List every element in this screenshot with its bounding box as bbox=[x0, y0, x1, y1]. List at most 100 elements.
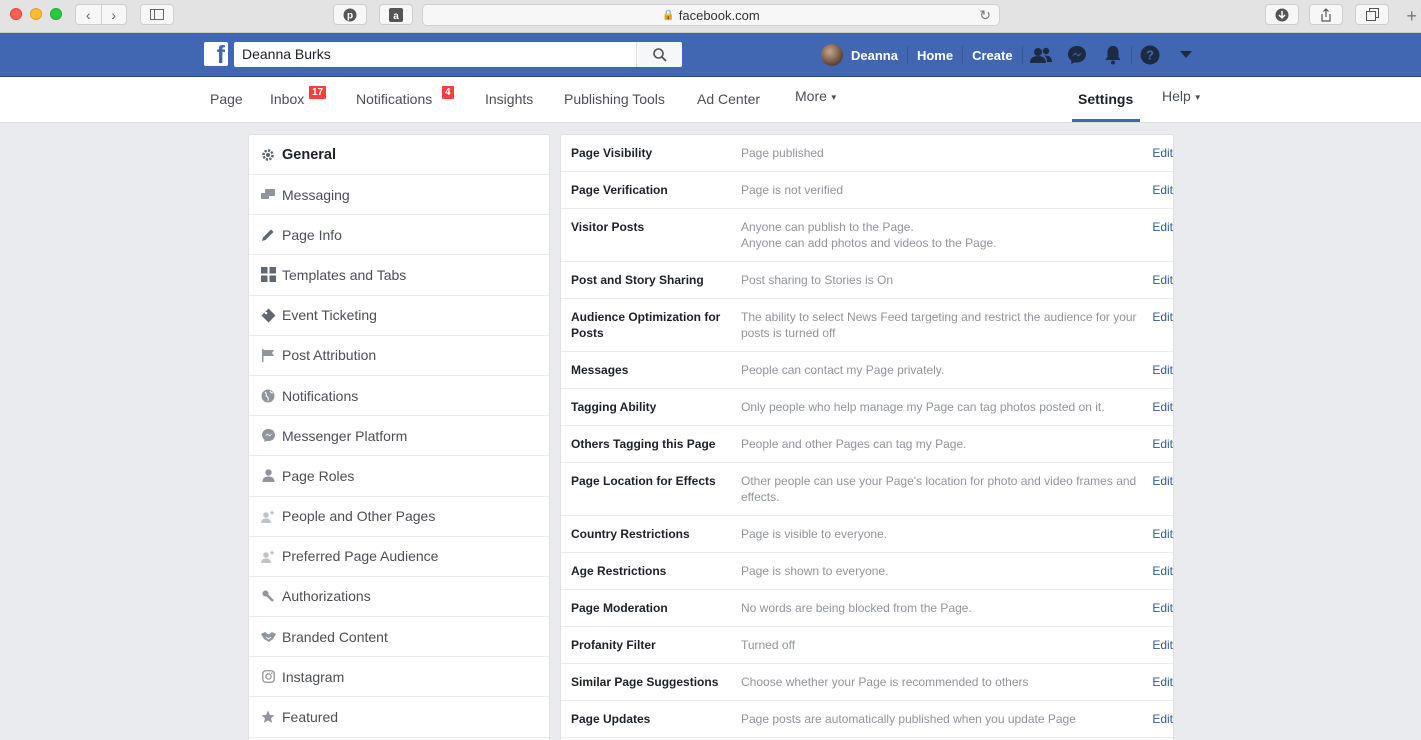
minimize-window-button[interactable] bbox=[30, 8, 42, 20]
forward-button[interactable]: › bbox=[102, 5, 127, 24]
sidebar-item-templates-and-tabs[interactable]: Templates and Tabs bbox=[249, 255, 549, 296]
create-link[interactable]: Create bbox=[963, 33, 1021, 77]
edit-link[interactable]: Edit bbox=[1137, 674, 1173, 690]
share-button[interactable] bbox=[1309, 4, 1343, 25]
setting-value: Post sharing to Stories is On bbox=[741, 273, 894, 287]
edit-link[interactable]: Edit bbox=[1137, 399, 1173, 415]
back-button[interactable]: ‹ bbox=[76, 5, 102, 24]
tab-publishing-tools[interactable]: Publishing Tools bbox=[564, 91, 665, 107]
setting-row-messages: Messages People can contact my Page priv… bbox=[561, 352, 1173, 389]
bell-icon bbox=[1105, 46, 1121, 65]
help-button[interactable]: ? bbox=[1132, 33, 1168, 77]
edit-link[interactable]: Edit bbox=[1137, 473, 1173, 505]
edit-link[interactable]: Edit bbox=[1137, 526, 1173, 542]
search-input[interactable]: Deanna Burks bbox=[234, 42, 636, 67]
sidebar-item-post-attribution[interactable]: Post Attribution bbox=[249, 336, 549, 376]
tab-more[interactable]: More ▼ bbox=[795, 88, 838, 104]
facebook-logo-icon[interactable]: f bbox=[204, 41, 228, 69]
setting-value: No words are being blocked from the Page… bbox=[741, 601, 972, 615]
setting-label: Page Visibility bbox=[571, 146, 653, 160]
caret-down-icon: ▼ bbox=[829, 92, 838, 102]
setting-row-profanity-filter: Profanity Filter Turned off Edit bbox=[561, 627, 1173, 664]
sidebar-icon bbox=[150, 9, 164, 20]
sidebar-item-preferred-page-audience[interactable]: ★ Preferred Page Audience bbox=[249, 537, 549, 577]
pencil-icon bbox=[260, 227, 276, 243]
tab-page[interactable]: Page bbox=[210, 91, 243, 107]
messenger-button[interactable] bbox=[1059, 33, 1095, 77]
edit-link[interactable]: Edit bbox=[1137, 219, 1173, 251]
account-menu-button[interactable] bbox=[1168, 33, 1204, 77]
sidebar-item-event-ticketing[interactable]: Event Ticketing bbox=[249, 296, 549, 336]
zoom-window-button[interactable] bbox=[50, 8, 62, 20]
notifications-button[interactable] bbox=[1095, 33, 1131, 77]
edit-link[interactable]: Edit bbox=[1137, 145, 1173, 161]
sidebar-item-featured[interactable]: Featured bbox=[249, 697, 549, 738]
sidebar-item-label: Branded Content bbox=[282, 628, 388, 645]
tab-notifications-label: Notifications bbox=[356, 91, 433, 107]
setting-value: Page published bbox=[741, 146, 824, 160]
setting-row-page-visibility: Page Visibility Page published Edit bbox=[561, 135, 1173, 172]
setting-value: People can contact my Page privately. bbox=[741, 363, 945, 377]
home-link[interactable]: Home bbox=[908, 33, 962, 77]
tabs-overview-button[interactable] bbox=[1355, 4, 1389, 25]
history-nav: ‹ › bbox=[75, 4, 127, 25]
tab-insights[interactable]: Insights bbox=[485, 91, 533, 107]
setting-value: Page is visible to everyone. bbox=[741, 527, 888, 541]
sidebar-item-page-roles[interactable]: Page Roles bbox=[249, 456, 549, 497]
friend-requests-button[interactable] bbox=[1023, 33, 1059, 77]
edit-link[interactable]: Edit bbox=[1137, 362, 1173, 378]
edit-link[interactable]: Edit bbox=[1137, 600, 1173, 616]
sidebar-item-messaging[interactable]: Messaging bbox=[249, 175, 549, 216]
tab-ad-center[interactable]: Ad Center bbox=[697, 91, 760, 107]
close-window-button[interactable] bbox=[10, 8, 22, 20]
tab-settings[interactable]: Settings bbox=[1078, 91, 1133, 107]
setting-row-age-restrictions: Age Restrictions Page is shown to everyo… bbox=[561, 553, 1173, 590]
sidebar-item-messenger-platform[interactable]: Messenger Platform bbox=[249, 416, 549, 457]
wrench-icon bbox=[260, 588, 276, 604]
edit-link[interactable]: Edit bbox=[1137, 637, 1173, 653]
sidebar-item-branded-content[interactable]: Branded Content bbox=[249, 617, 549, 658]
edit-link[interactable]: Edit bbox=[1137, 182, 1173, 198]
sidebar-item-general[interactable]: General bbox=[249, 135, 549, 175]
edit-link[interactable]: Edit bbox=[1137, 711, 1173, 727]
page-tabs-nav: Page Inbox 17 Notifications 4 Insights P… bbox=[0, 77, 1421, 123]
caret-down-icon bbox=[1179, 51, 1192, 58]
setting-row-post-and-story-sharing: Post and Story Sharing Post sharing to S… bbox=[561, 262, 1173, 299]
setting-label: Post and Story Sharing bbox=[571, 273, 704, 287]
sidebar-item-people-and-other-pages[interactable]: ★ People and Other Pages bbox=[249, 497, 549, 537]
person-star-icon: ★ bbox=[260, 508, 276, 524]
header-right-nav: Deanna Home Create ? bbox=[812, 33, 1204, 77]
amazon-extension-button[interactable]: a bbox=[379, 4, 413, 25]
sidebar-item-label: Messenger Platform bbox=[282, 427, 408, 444]
sidebar-item-authorizations[interactable]: Authorizations bbox=[249, 577, 549, 618]
search-button[interactable] bbox=[636, 42, 682, 67]
edit-link[interactable]: Edit bbox=[1137, 272, 1173, 288]
edit-link[interactable]: Edit bbox=[1137, 309, 1173, 341]
sidebar-item-page-info[interactable]: Page Info bbox=[249, 215, 549, 256]
setting-label: Page Verification bbox=[571, 183, 668, 197]
svg-text:?: ? bbox=[1146, 48, 1154, 63]
pinterest-extension-button[interactable]: p bbox=[333, 4, 367, 25]
setting-label: Tagging Ability bbox=[571, 400, 657, 414]
sidebar-item-label: Page Info bbox=[282, 226, 342, 243]
sidebar-item-instagram[interactable]: Instagram bbox=[249, 657, 549, 698]
setting-row-visitor-posts: Visitor Posts Anyone can publish to the … bbox=[561, 209, 1173, 262]
edit-link[interactable]: Edit bbox=[1137, 563, 1173, 579]
ticket-icon bbox=[260, 307, 276, 323]
sidebar-item-notifications[interactable]: Notifications bbox=[249, 376, 549, 417]
sidebar-toggle-button[interactable] bbox=[140, 4, 174, 25]
svg-text:★: ★ bbox=[269, 550, 275, 557]
new-tab-button[interactable]: + bbox=[1406, 6, 1417, 27]
setting-row-page-moderation: Page Moderation No words are being block… bbox=[561, 590, 1173, 627]
downloads-button[interactable] bbox=[1265, 4, 1299, 25]
tabs-icon bbox=[1365, 8, 1379, 21]
reload-icon[interactable]: ↻ bbox=[979, 7, 991, 24]
profile-link[interactable]: Deanna bbox=[812, 33, 907, 77]
setting-row-tagging-ability: Tagging Ability Only people who help man… bbox=[561, 389, 1173, 426]
edit-link[interactable]: Edit bbox=[1137, 436, 1173, 452]
tab-help[interactable]: Help ▼ bbox=[1162, 88, 1202, 104]
tab-notifications[interactable]: Notifications 4 bbox=[356, 85, 455, 107]
address-bar[interactable]: 🔒 facebook.com ↻ bbox=[422, 4, 1000, 26]
tab-inbox[interactable]: Inbox 17 bbox=[270, 85, 328, 107]
inbox-count-badge: 17 bbox=[308, 85, 328, 100]
